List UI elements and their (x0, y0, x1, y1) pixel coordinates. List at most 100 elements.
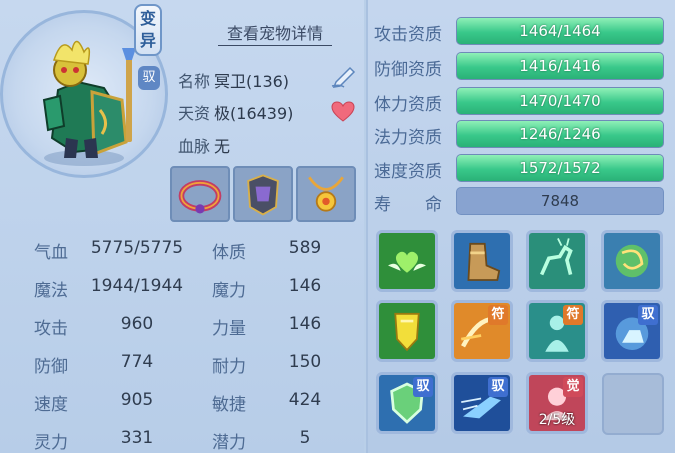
talent-value: 极(16439) (214, 104, 294, 123)
aptitude-value: 1464/1464 (519, 22, 601, 40)
yu-badge: 驭 (488, 377, 508, 397)
mutant-label-1: 变 (139, 9, 156, 28)
attr-value: 150 (288, 352, 322, 372)
skill-level: 2/5级 (538, 412, 576, 428)
skill-slot[interactable]: 符 (451, 300, 513, 362)
aptitude-value: 1572/1572 (519, 159, 601, 177)
equip-slot-collar[interactable] (170, 166, 230, 222)
skill-slot[interactable]: 驭 (451, 372, 513, 434)
green-heart-wings-icon (379, 233, 435, 289)
mutant-tag: 变 异 (134, 4, 162, 56)
bloodline-value: 无 (214, 137, 231, 156)
aptitude-row: 体力资质 1470/1470 (374, 87, 668, 115)
attribute-row: 防御 774 耐力 150 (0, 352, 364, 388)
aptitude-bar: 1246/1246 (456, 120, 664, 148)
aptitude-label: 攻击资质 (374, 25, 442, 45)
aptitude-label: 法力资质 (374, 128, 442, 148)
attr-label: 敏捷 (212, 395, 246, 415)
edit-name-icon[interactable] (330, 64, 358, 88)
attr-label: 耐力 (212, 357, 246, 377)
pet-talent-row: 天资 极(16439) (178, 100, 293, 124)
boot-icon (454, 233, 510, 289)
aptitude-value: 1246/1246 (519, 125, 601, 143)
attr-value: 146 (288, 314, 322, 334)
yu-badge: 驭 (413, 377, 433, 397)
aptitude-row: 速度资质 1572/1572 (374, 154, 668, 182)
pet-figure-icon[interactable] (14, 30, 154, 170)
aptitude-row: 攻击资质 1464/1464 (374, 17, 668, 45)
aptitude-row: 法力资质 1246/1246 (374, 120, 668, 148)
heart-icon[interactable] (331, 101, 355, 123)
attribute-row: 气血 5775/5775 体质 589 (0, 238, 364, 274)
pet-info-panel: 变 异 驭 查看宠物详情 名称冥卫(136) 天资极(16439) 血脉无 (0, 0, 364, 453)
collar-icon (178, 180, 222, 214)
skill-slot[interactable] (451, 230, 513, 292)
attr-value: 5775/5775 (90, 238, 184, 258)
aptitude-bar: 1470/1470 (456, 87, 664, 115)
attr-label: 防御 (34, 357, 68, 377)
aptitude-bar: 1572/1572 (456, 154, 664, 182)
skill-slot[interactable]: 觉 2/5级 (526, 372, 588, 434)
attr-value: 146 (288, 276, 322, 296)
attr-label: 潜力 (212, 433, 246, 453)
attr-value: 5 (299, 428, 311, 448)
skill-slot[interactable]: 驭 (601, 300, 663, 362)
attr-value: 1944/1944 (90, 276, 184, 296)
aptitude-row: 防御资质 1416/1416 (374, 52, 668, 80)
yu-skill-badge: 驭 (138, 66, 160, 90)
attr-label: 灵力 (34, 433, 68, 453)
lifespan-value: 7848 (456, 187, 664, 215)
empty-skill-slot[interactable] (602, 373, 664, 435)
attribute-row: 攻击 960 力量 146 (0, 314, 364, 350)
armor-icon (247, 174, 279, 216)
lifespan-label: 寿 命 (374, 195, 442, 215)
fu-badge: 符 (563, 305, 583, 325)
skill-slot[interactable]: 驭 (376, 372, 438, 434)
attr-value: 589 (288, 238, 322, 258)
talent-label: 天资 (178, 104, 211, 123)
attr-label: 魔力 (212, 281, 246, 301)
aptitude-label: 体力资质 (374, 95, 442, 115)
skill-slot[interactable] (526, 230, 588, 292)
lifespan-row: 寿 命 7848 (374, 187, 668, 215)
skill-slot[interactable] (601, 230, 663, 292)
pet-bloodline-row: 血脉无 (178, 133, 230, 157)
aptitude-label: 防御资质 (374, 60, 442, 80)
attr-value: 774 (120, 352, 154, 372)
attr-label: 力量 (212, 319, 246, 339)
attr-label: 攻击 (34, 319, 68, 339)
view-pet-details-link[interactable]: 查看宠物详情 (218, 20, 332, 46)
attr-label: 体质 (212, 243, 246, 263)
aptitude-value: 1416/1416 (519, 57, 601, 75)
attr-label: 速度 (34, 395, 68, 415)
attribute-row: 速度 905 敏捷 424 (0, 390, 364, 426)
attribute-row: 灵力 331 潜力 5 (0, 428, 364, 453)
attribute-row: 魔法 1944/1944 魔力 146 (0, 276, 364, 312)
swirl-orb-icon (604, 233, 660, 289)
name-label: 名称 (178, 72, 211, 91)
amulet-icon (308, 176, 344, 212)
skill-slot[interactable] (376, 300, 438, 362)
jue-badge: 觉 (563, 377, 583, 397)
fu-badge: 符 (488, 305, 508, 325)
attr-value: 331 (120, 428, 154, 448)
pet-name-row: 名称 冥卫(136) (178, 68, 289, 92)
attr-label: 魔法 (34, 281, 68, 301)
aptitude-bar: 1416/1416 (456, 52, 664, 80)
attr-value: 905 (120, 390, 154, 410)
skill-slot[interactable] (376, 230, 438, 292)
attr-value: 424 (288, 390, 322, 410)
mutant-label-2: 异 (139, 31, 156, 50)
equip-slot-amulet[interactable] (296, 166, 356, 222)
attr-label: 气血 (34, 243, 68, 263)
aptitude-bar: 1464/1464 (456, 17, 664, 45)
bloodline-label: 血脉 (178, 137, 211, 156)
yu-badge: 驭 (638, 305, 658, 325)
pet-name-value: 冥卫(136) (214, 72, 290, 91)
golden-armor-icon (379, 303, 435, 359)
skill-slot[interactable]: 符 (526, 300, 588, 362)
attr-value: 960 (120, 314, 154, 334)
deer-icon (529, 233, 585, 289)
equip-slot-armor[interactable] (233, 166, 293, 222)
aptitude-label: 速度资质 (374, 162, 442, 182)
